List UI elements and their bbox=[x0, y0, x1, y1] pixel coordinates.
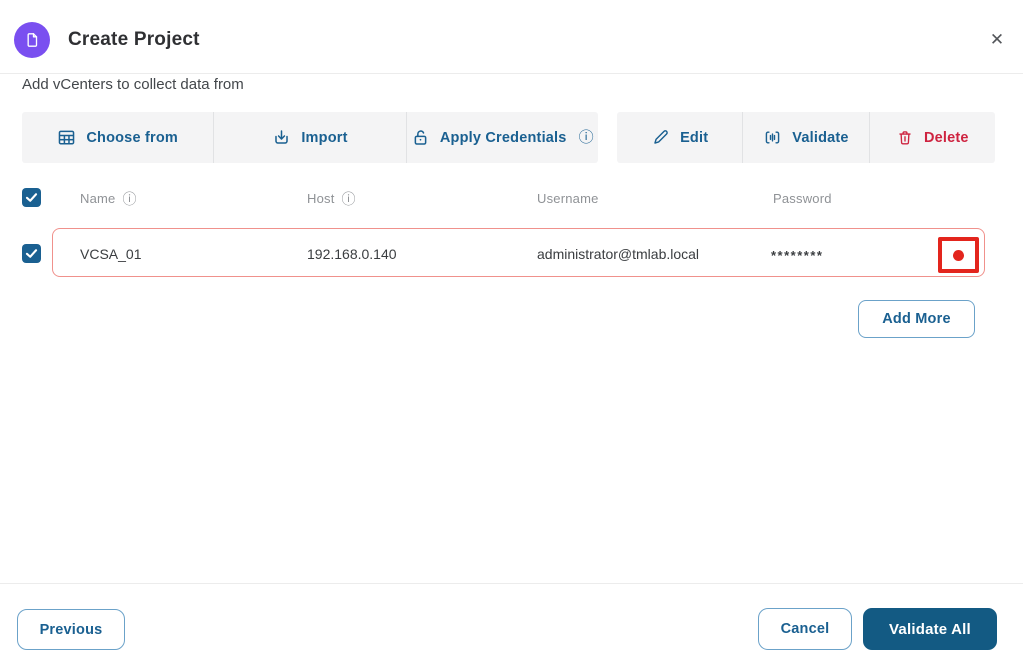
error-status-dot[interactable] bbox=[953, 249, 964, 261]
column-header-host: Host ⓘ bbox=[307, 190, 356, 207]
cancel-button[interactable]: Cancel bbox=[758, 608, 852, 650]
dialog-subtitle: Add vCenters to collect data from bbox=[22, 76, 244, 93]
checkmark-icon bbox=[25, 191, 38, 204]
validate-label: Validate bbox=[792, 129, 849, 146]
apply-credentials-button[interactable]: Apply Credentials ⓘ bbox=[407, 112, 598, 163]
previous-button[interactable]: Previous bbox=[17, 609, 125, 650]
create-project-dialog: Create Project ✕ Add vCenters to collect… bbox=[0, 0, 1023, 665]
import-icon bbox=[272, 128, 291, 147]
annotation-highlight-box bbox=[938, 237, 979, 273]
project-badge bbox=[14, 22, 50, 58]
delete-label: Delete bbox=[923, 129, 969, 146]
row-name-value[interactable]: VCSA_01 bbox=[80, 246, 141, 262]
column-header-password: Password bbox=[773, 191, 832, 206]
column-header-username: Username bbox=[537, 191, 599, 206]
page-title: Create Project bbox=[68, 29, 200, 50]
validate-scan-icon bbox=[763, 128, 782, 147]
add-more-button[interactable]: Add More bbox=[858, 300, 975, 338]
header-divider bbox=[0, 73, 1023, 74]
validate-button[interactable]: Validate bbox=[743, 112, 870, 163]
select-all-checkbox[interactable] bbox=[22, 188, 41, 207]
close-icon[interactable]: ✕ bbox=[985, 28, 1009, 52]
column-header-name: Name ⓘ bbox=[80, 190, 137, 207]
table-icon bbox=[57, 128, 76, 147]
edit-button[interactable]: Edit bbox=[617, 112, 744, 163]
import-label: Import bbox=[301, 129, 348, 146]
import-button[interactable]: Import bbox=[214, 112, 407, 163]
row-checkbox[interactable] bbox=[22, 244, 41, 263]
edit-label: Edit bbox=[680, 129, 709, 146]
choose-from-button[interactable]: Choose from bbox=[22, 112, 215, 163]
apply-credentials-label: Apply Credentials bbox=[439, 129, 567, 146]
document-icon bbox=[22, 30, 42, 50]
apply-credentials-info-icon[interactable]: ⓘ bbox=[579, 130, 594, 145]
checkmark-icon bbox=[25, 247, 38, 260]
row-host-value[interactable]: 192.168.0.140 bbox=[307, 246, 397, 262]
validate-all-button[interactable]: Validate All bbox=[863, 608, 997, 650]
footer-divider bbox=[0, 583, 1023, 584]
name-info-icon[interactable]: ⓘ bbox=[122, 192, 136, 206]
row-actions-toolbar: Edit Validate Delete bbox=[617, 112, 995, 163]
choose-from-label: Choose from bbox=[86, 129, 178, 146]
vcenter-row[interactable] bbox=[52, 228, 985, 277]
host-info-icon[interactable]: ⓘ bbox=[342, 192, 356, 206]
trash-icon bbox=[896, 129, 914, 147]
row-password-value[interactable]: ******** bbox=[771, 248, 823, 263]
delete-button[interactable]: Delete bbox=[870, 112, 995, 163]
unlock-icon bbox=[411, 128, 430, 147]
row-username-value[interactable]: administrator@tmlab.local bbox=[537, 246, 699, 262]
add-vcenter-toolbar: Choose from Import Apply Credentials ⓘ bbox=[22, 112, 598, 163]
pencil-icon bbox=[651, 128, 670, 147]
